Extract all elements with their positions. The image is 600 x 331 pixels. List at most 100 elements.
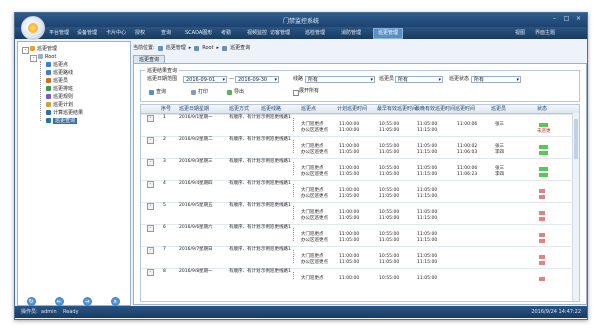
column-header[interactable]: 最晚有效巡更时间 (415, 106, 455, 113)
menu-item[interactable]: 设备管理 (77, 29, 97, 38)
sidebar-item[interactable]: 巡更员 (46, 78, 68, 85)
status-select[interactable]: 所有 ▾ (471, 76, 521, 83)
column-header[interactable]: 巡更线路 (261, 106, 281, 113)
tree-node-root[interactable]: Root (38, 54, 56, 61)
node-icon (46, 118, 51, 123)
breadcrumb-item[interactable]: 巡更管理 (166, 44, 186, 53)
sidebar-item[interactable]: 巡更排班 (46, 86, 73, 93)
forward-icon[interactable]: → (82, 296, 92, 306)
sub-row-connector (293, 146, 294, 153)
sub-row-connector (293, 124, 294, 131)
sidebar-item[interactable]: 计算巡更结果 (46, 110, 83, 117)
row-number: 6 (163, 225, 166, 230)
search-icon[interactable]: ⌕ (110, 296, 120, 306)
breadcrumb-item[interactable]: 巡更查询 (230, 44, 250, 53)
expand-row-icon[interactable]: - (147, 247, 154, 254)
expand-row-icon[interactable]: - (147, 225, 154, 232)
date-from-value: 2016-09-01 (186, 77, 216, 83)
export-button[interactable]: 导出 (227, 89, 244, 96)
menu-item[interactable]: 视频监控 (247, 29, 267, 38)
status-missed-badge (539, 277, 545, 281)
date-to-picker[interactable]: 2016-09-30 ▾ (235, 76, 279, 83)
sub-guard: 李四 (495, 172, 504, 177)
expand-row-icon[interactable]: - (147, 203, 154, 210)
view-menu[interactable]: 视图 (515, 29, 525, 38)
expand-row-icon[interactable]: - (147, 181, 154, 188)
column-header[interactable]: 巡更方式 (229, 106, 249, 113)
sidebar-item[interactable]: 巡更路线 (46, 70, 73, 77)
column-header[interactable]: 巡更日期 (179, 106, 199, 113)
row-date: 2016/9/4 (179, 181, 200, 186)
sub-latest-time: 11:15:00 (417, 216, 438, 221)
sidebar-item[interactable]: 巡更查询 (46, 118, 78, 125)
app-logo[interactable] (21, 16, 45, 40)
sub-plan-time: 11:05:00 (339, 194, 360, 199)
chevron-right-icon: ▸ (188, 45, 192, 51)
menu-item[interactable]: 巡检管理 (305, 29, 325, 38)
back-icon[interactable]: ← (54, 296, 64, 306)
row-weekday: 星期日 (199, 247, 213, 252)
menu-item[interactable]: 考勤 (221, 29, 231, 38)
window-controls: – □ × (550, 15, 583, 23)
menu-item[interactable]: 平台管理 (49, 29, 69, 38)
row-route: 示例巡更线路1 (261, 269, 291, 274)
row-number: 8 (163, 269, 166, 274)
node-icon (46, 62, 51, 67)
filter-box: 巡更结果查询 巡更日期范围 2016-09-01 ▾ — 2016-09-30 ▾ … (140, 67, 580, 102)
menu-item[interactable]: 查询 (161, 29, 171, 38)
sub-point: 大门巡更点 (301, 276, 324, 281)
query-button[interactable]: 查询 (149, 89, 166, 96)
expand-row-icon[interactable]: - (147, 115, 154, 122)
sub-actual-time: 11:06:23 (457, 172, 478, 177)
menu-item[interactable]: 消防管理 (341, 29, 361, 38)
row-mode: 有顺序、有计划 (229, 159, 261, 164)
sub-earliest-time: 11:05:00 (379, 150, 400, 155)
print-button[interactable]: 打印 (191, 89, 208, 96)
expand-row-icon[interactable]: - (147, 137, 154, 144)
column-header[interactable]: 星期 (199, 106, 209, 113)
status-ok-badge (539, 123, 548, 127)
minimize-icon[interactable]: – (550, 15, 559, 23)
menu-item[interactable]: 访客管理 (270, 29, 290, 38)
guard-value: 所有 (398, 77, 409, 83)
expand-row-icon[interactable]: - (147, 159, 154, 166)
column-header[interactable]: 序号 (161, 106, 171, 113)
row-date: 2016/9/3 (179, 159, 200, 164)
collapse-icon[interactable]: - (22, 47, 29, 54)
collapse-icon[interactable]: - (30, 55, 37, 62)
menu-item[interactable]: SCADA图形 (185, 29, 212, 38)
row-route: 示例巡更线路1 (261, 225, 291, 230)
guard-select[interactable]: 所有 ▾ (395, 76, 443, 83)
vertical-scrollbar[interactable] (572, 113, 579, 301)
sidebar-item-label: 巡更排班 (53, 86, 74, 92)
column-header[interactable]: 计划巡更时间 (337, 106, 367, 113)
column-header[interactable]: 巡更点 (301, 106, 316, 113)
theme-menu[interactable]: 界面主题 (535, 29, 555, 38)
column-header[interactable]: 状态 (537, 106, 547, 113)
row-date: 2016/9/6 (179, 225, 200, 230)
row-mode: 有顺序、有计划 (229, 115, 261, 120)
menu-item[interactable]: 巡更管理 (373, 28, 404, 39)
menu-item[interactable]: 授权 (135, 29, 145, 38)
column-header[interactable]: 最早有效巡更时间 (377, 106, 417, 113)
expand-row-icon[interactable]: - (147, 269, 154, 276)
refresh-icon[interactable]: ↻ (26, 296, 36, 306)
route-select[interactable]: 所有 ▾ (305, 76, 375, 83)
sub-point: 办公区巡更点 (301, 260, 328, 265)
sidebar-item[interactable]: 巡更规则 (46, 94, 73, 101)
sub-point: 办公区巡更点 (301, 194, 328, 199)
column-header[interactable]: 巡更员 (491, 106, 506, 113)
date-from-picker[interactable]: 2016-09-01 ▾ (183, 76, 227, 83)
sidebar-item[interactable]: 巡更点 (46, 62, 68, 69)
breadcrumb: 当前位置: 巡更管理 ▸ Root ▸ 巡更查询 (133, 44, 250, 53)
row-weekday: 星期一 (199, 115, 213, 120)
column-header[interactable]: 巡更时间 (455, 106, 475, 113)
maximize-icon[interactable]: □ (562, 15, 571, 23)
sidebar-item[interactable]: 巡更计划 (46, 102, 73, 109)
breadcrumb-item[interactable]: Root (202, 44, 213, 53)
close-icon[interactable]: × (574, 15, 583, 23)
scroll-thumb[interactable] (574, 119, 578, 159)
tree-root[interactable]: 巡更管理 (30, 46, 57, 53)
row-number: 7 (163, 247, 166, 252)
menu-item[interactable]: 卡片中心 (106, 29, 126, 38)
